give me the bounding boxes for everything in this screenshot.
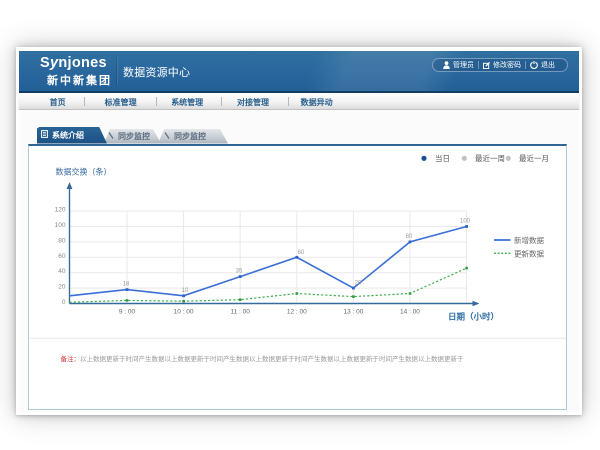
svg-text:100: 100 <box>55 222 66 229</box>
svg-text:120: 120 <box>55 206 66 213</box>
svg-text:9 : 00: 9 : 00 <box>119 308 136 315</box>
svg-text:当日: 当日 <box>435 153 450 163</box>
svg-text:更新数据: 更新数据 <box>514 248 544 258</box>
svg-text:数据交换（条）: 数据交换（条） <box>56 166 112 176</box>
svg-text:10: 10 <box>182 288 189 294</box>
svg-text:日期（小时）: 日期（小时） <box>448 311 499 321</box>
svg-text:11 : 00: 11 : 00 <box>230 308 250 315</box>
svg-text:12 : 00: 12 : 00 <box>287 308 307 315</box>
svg-text:35: 35 <box>236 268 243 274</box>
svg-text:18: 18 <box>123 281 130 287</box>
svg-text:最近一月: 最近一月 <box>519 153 549 163</box>
svg-text:60: 60 <box>58 252 66 259</box>
svg-text:80: 80 <box>406 234 413 240</box>
svg-text:0: 0 <box>62 299 66 306</box>
svg-text:60: 60 <box>298 250 305 256</box>
svg-text:最近一周: 最近一周 <box>475 153 505 163</box>
svg-text:80: 80 <box>58 237 66 244</box>
svg-text:20: 20 <box>58 283 66 290</box>
svg-text:40: 40 <box>58 268 66 275</box>
svg-text:10 : 00: 10 : 00 <box>174 308 194 315</box>
svg-text:13 : 00: 13 : 00 <box>343 308 363 315</box>
svg-text:备注：以上数据更新于时间产生数据以上数据更新于时间产生数据以: 备注：以上数据更新于时间产生数据以上数据更新于时间产生数据以上数据更新于时间产生… <box>61 354 465 363</box>
svg-text:新增数据: 新增数据 <box>514 235 544 245</box>
svg-text:14 : 00: 14 : 00 <box>400 308 420 315</box>
svg-text:20: 20 <box>355 280 362 286</box>
svg-text:100: 100 <box>460 218 471 224</box>
